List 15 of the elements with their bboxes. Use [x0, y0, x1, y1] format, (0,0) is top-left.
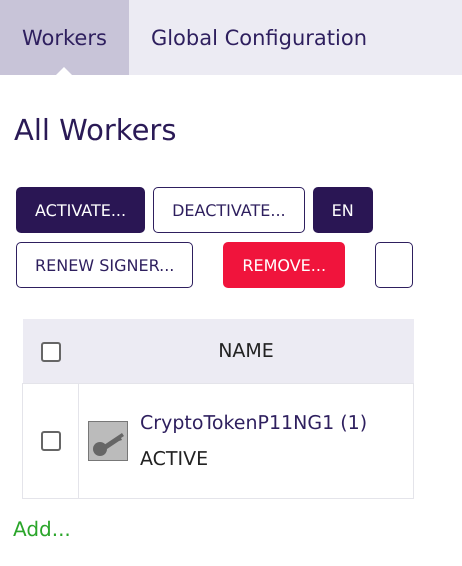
tab[interactable]: Global Configuration [128, 0, 390, 75]
action-button[interactable]: RENEW SIGNER... [16, 242, 194, 288]
action-button[interactable]: ACTIVATE... [16, 187, 146, 233]
action-button[interactable] [375, 242, 414, 288]
action-button[interactable]: EN [312, 187, 373, 233]
checkbox[interactable] [40, 431, 60, 452]
key-icon [88, 421, 128, 461]
action-button[interactable]: DEACTIVATE... [153, 187, 305, 233]
tab[interactable]: Workers [0, 0, 129, 75]
status-text: ACTIVE [140, 448, 210, 470]
action-button[interactable]: REMOVE... [223, 242, 346, 288]
page-heading: All Workers [14, 113, 178, 147]
worker-link[interactable]: CryptoTokenP11NG1 (1) [140, 412, 368, 434]
checkbox[interactable] [40, 342, 60, 362]
column-header: NAME [78, 319, 414, 384]
